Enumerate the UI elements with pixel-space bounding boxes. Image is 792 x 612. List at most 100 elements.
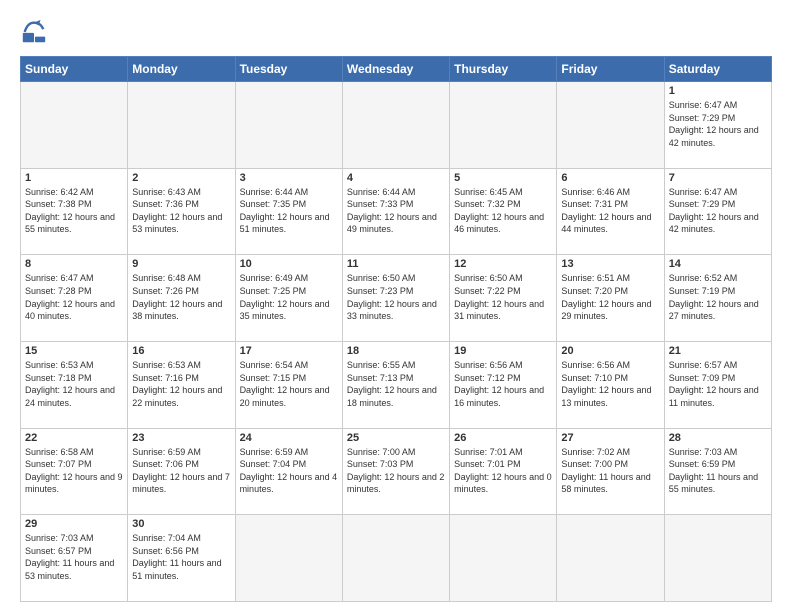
calendar-cell: 1Sunrise: 6:47 AMSunset: 7:29 PMDaylight… — [664, 82, 771, 169]
calendar-cell: 25 Sunrise: 7:00 AMSunset: 7:03 PMDayligh… — [342, 428, 449, 515]
day-info: Sunrise: 7:04 AMSunset: 6:56 PMDaylight:… — [132, 533, 221, 581]
day-number: 11 — [347, 258, 445, 270]
day-number: 25 — [347, 432, 445, 444]
calendar-cell — [128, 82, 235, 169]
page: SundayMondayTuesdayWednesdayThursdayFrid… — [0, 0, 792, 612]
day-info: Sunrise: 6:58 AMSunset: 7:07 PMDaylight:… — [25, 447, 123, 495]
calendar-cell: 1Sunrise: 6:42 AMSunset: 7:38 PMDaylight… — [21, 168, 128, 255]
calendar-cell: 13 Sunrise: 6:51 AMSunset: 7:20 PMDayligh… — [557, 255, 664, 342]
day-number: 16 — [132, 345, 230, 357]
calendar-cell: 4Sunrise: 6:44 AMSunset: 7:33 PMDaylight… — [342, 168, 449, 255]
day-info: Sunrise: 6:48 AMSunset: 7:26 PMDaylight:… — [132, 273, 222, 321]
calendar-cell — [21, 82, 128, 169]
day-info: Sunrise: 6:49 AMSunset: 7:25 PMDaylight:… — [240, 273, 330, 321]
logo-icon — [20, 18, 48, 46]
day-info: Sunrise: 6:51 AMSunset: 7:20 PMDaylight:… — [561, 273, 651, 321]
day-number: 2 — [132, 172, 230, 184]
day-info: Sunrise: 6:59 AMSunset: 7:06 PMDaylight:… — [132, 447, 230, 495]
col-header-wednesday: Wednesday — [342, 57, 449, 82]
day-number: 24 — [240, 432, 338, 444]
col-header-tuesday: Tuesday — [235, 57, 342, 82]
day-number: 14 — [669, 258, 767, 270]
calendar-cell: 19Sunrise: 6:56 AMSunset: 7:12 PMDayligh… — [450, 341, 557, 428]
calendar-cell — [342, 82, 449, 169]
day-info: Sunrise: 7:00 AMSunset: 7:03 PMDaylight:… — [347, 447, 445, 495]
calendar-cell: 28 Sunrise: 7:03 AMSunset: 6:59 PMDayligh… — [664, 428, 771, 515]
calendar-cell: 22 Sunrise: 6:58 AMSunset: 7:07 PMDayligh… — [21, 428, 128, 515]
day-number: 15 — [25, 345, 123, 357]
day-number: 1 — [669, 85, 767, 97]
calendar-cell: 27 Sunrise: 7:02 AMSunset: 7:00 PMDayligh… — [557, 428, 664, 515]
calendar-cell: 12 Sunrise: 6:50 AMSunset: 7:22 PMDayligh… — [450, 255, 557, 342]
day-number: 27 — [561, 432, 659, 444]
day-number: 9 — [132, 258, 230, 270]
day-number: 8 — [25, 258, 123, 270]
calendar-cell: 9 Sunrise: 6:48 AMSunset: 7:26 PMDaylight… — [128, 255, 235, 342]
calendar-cell — [235, 82, 342, 169]
day-info: Sunrise: 7:02 AMSunset: 7:00 PMDaylight:… — [561, 447, 650, 495]
day-info: Sunrise: 6:47 AMSunset: 7:29 PMDaylight:… — [669, 187, 759, 235]
calendar-cell: 2Sunrise: 6:43 AMSunset: 7:36 PMDaylight… — [128, 168, 235, 255]
calendar-cell — [235, 515, 342, 602]
day-number: 30 — [132, 518, 230, 530]
day-number: 12 — [454, 258, 552, 270]
day-number: 22 — [25, 432, 123, 444]
day-number: 7 — [669, 172, 767, 184]
calendar-cell: 6Sunrise: 6:46 AMSunset: 7:31 PMDaylight… — [557, 168, 664, 255]
day-info: Sunrise: 6:50 AMSunset: 7:23 PMDaylight:… — [347, 273, 437, 321]
calendar-cell: 7 Sunrise: 6:47 AMSunset: 7:29 PMDaylight… — [664, 168, 771, 255]
calendar-cell: 15 Sunrise: 6:53 AMSunset: 7:18 PMDayligh… — [21, 341, 128, 428]
calendar-cell — [450, 82, 557, 169]
day-info: Sunrise: 7:03 AMSunset: 6:59 PMDaylight:… — [669, 447, 758, 495]
col-header-saturday: Saturday — [664, 57, 771, 82]
calendar: SundayMondayTuesdayWednesdayThursdayFrid… — [20, 56, 772, 602]
day-number: 28 — [669, 432, 767, 444]
day-number: 1 — [25, 172, 123, 184]
day-info: Sunrise: 6:45 AMSunset: 7:32 PMDaylight:… — [454, 187, 544, 235]
col-header-thursday: Thursday — [450, 57, 557, 82]
calendar-cell: 26Sunrise: 7:01 AMSunset: 7:01 PMDayligh… — [450, 428, 557, 515]
calendar-cell: 3Sunrise: 6:44 AMSunset: 7:35 PMDaylight… — [235, 168, 342, 255]
day-number: 5 — [454, 172, 552, 184]
day-number: 20 — [561, 345, 659, 357]
calendar-cell: 30 Sunrise: 7:04 AMSunset: 6:56 PMDayligh… — [128, 515, 235, 602]
day-info: Sunrise: 7:01 AMSunset: 7:01 PMDaylight:… — [454, 447, 552, 495]
calendar-cell — [664, 515, 771, 602]
day-info: Sunrise: 6:59 AMSunset: 7:04 PMDaylight:… — [240, 447, 338, 495]
day-number: 23 — [132, 432, 230, 444]
day-info: Sunrise: 7:03 AMSunset: 6:57 PMDaylight:… — [25, 533, 114, 581]
day-info: Sunrise: 6:44 AMSunset: 7:33 PMDaylight:… — [347, 187, 437, 235]
calendar-cell: 14Sunrise: 6:52 AMSunset: 7:19 PMDayligh… — [664, 255, 771, 342]
calendar-cell: 24 Sunrise: 6:59 AMSunset: 7:04 PMDayligh… — [235, 428, 342, 515]
calendar-cell: 18 Sunrise: 6:55 AMSunset: 7:13 PMDayligh… — [342, 341, 449, 428]
calendar-cell: 21 Sunrise: 6:57 AMSunset: 7:09 PMDayligh… — [664, 341, 771, 428]
day-info: Sunrise: 6:53 AMSunset: 7:18 PMDaylight:… — [25, 360, 115, 408]
col-header-sunday: Sunday — [21, 57, 128, 82]
day-number: 3 — [240, 172, 338, 184]
day-number: 6 — [561, 172, 659, 184]
calendar-cell: 5 Sunrise: 6:45 AMSunset: 7:32 PMDaylight… — [450, 168, 557, 255]
day-info: Sunrise: 6:47 AMSunset: 7:28 PMDaylight:… — [25, 273, 115, 321]
logo — [20, 18, 52, 46]
day-number: 13 — [561, 258, 659, 270]
day-info: Sunrise: 6:54 AMSunset: 7:15 PMDaylight:… — [240, 360, 330, 408]
day-number: 18 — [347, 345, 445, 357]
col-header-friday: Friday — [557, 57, 664, 82]
calendar-cell: 10 Sunrise: 6:49 AMSunset: 7:25 PMDayligh… — [235, 255, 342, 342]
calendar-cell — [342, 515, 449, 602]
day-info: Sunrise: 6:50 AMSunset: 7:22 PMDaylight:… — [454, 273, 544, 321]
calendar-cell: 20Sunrise: 6:56 AMSunset: 7:10 PMDayligh… — [557, 341, 664, 428]
day-number: 17 — [240, 345, 338, 357]
calendar-cell — [557, 82, 664, 169]
calendar-cell: 11 Sunrise: 6:50 AMSunset: 7:23 PMDayligh… — [342, 255, 449, 342]
day-info: Sunrise: 6:55 AMSunset: 7:13 PMDaylight:… — [347, 360, 437, 408]
calendar-cell: 16Sunrise: 6:53 AMSunset: 7:16 PMDayligh… — [128, 341, 235, 428]
header — [20, 18, 772, 46]
day-info: Sunrise: 6:57 AMSunset: 7:09 PMDaylight:… — [669, 360, 759, 408]
day-info: Sunrise: 6:56 AMSunset: 7:12 PMDaylight:… — [454, 360, 544, 408]
calendar-cell: 8 Sunrise: 6:47 AMSunset: 7:28 PMDaylight… — [21, 255, 128, 342]
day-number: 21 — [669, 345, 767, 357]
calendar-cell: 17 Sunrise: 6:54 AMSunset: 7:15 PMDayligh… — [235, 341, 342, 428]
day-number: 10 — [240, 258, 338, 270]
calendar-cell — [557, 515, 664, 602]
